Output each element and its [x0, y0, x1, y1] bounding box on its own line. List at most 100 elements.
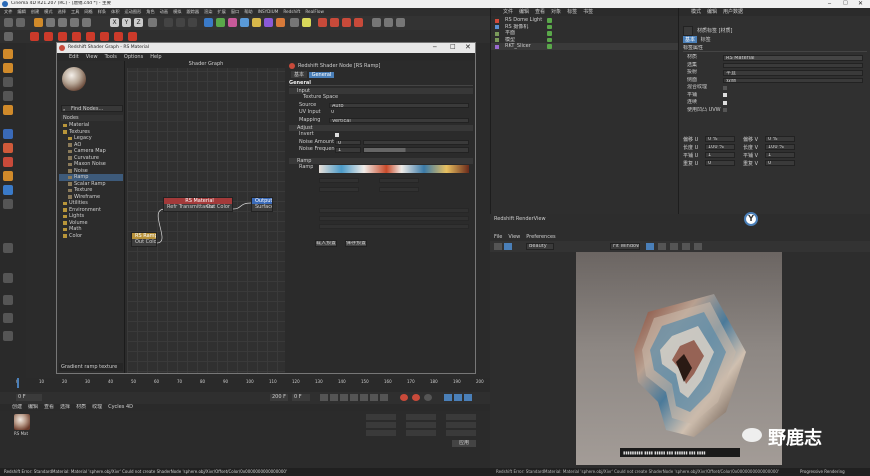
attr-field[interactable]: RS Material	[723, 55, 863, 61]
node-tree-item[interactable]: Color	[59, 233, 123, 240]
render-active-icon[interactable]	[176, 18, 185, 27]
redshift-camera-icon[interactable]	[342, 18, 351, 27]
menu-item[interactable]: 体积	[111, 8, 119, 16]
menu-item[interactable]: 模拟	[173, 8, 181, 16]
knot-interp-field[interactable]	[319, 186, 359, 192]
snap-icon[interactable]	[384, 18, 393, 27]
sculpt-icon[interactable]	[3, 185, 13, 195]
undo-icon[interactable]	[4, 18, 13, 27]
shader-menu-item[interactable]: Options	[124, 53, 143, 61]
coord-y-field[interactable]	[366, 422, 396, 428]
mm-menu-item[interactable]: 查看	[44, 404, 54, 410]
offset-field[interactable]: 1	[765, 152, 795, 158]
knot-bias-field[interactable]	[379, 186, 419, 192]
knot-pos-field[interactable]	[379, 177, 419, 183]
close-icon[interactable]: ✕	[858, 0, 863, 7]
field-icon[interactable]	[264, 18, 273, 27]
camera-icon[interactable]	[290, 18, 299, 27]
cube-icon[interactable]	[204, 18, 213, 27]
menu-item[interactable]: 扩展	[217, 8, 225, 16]
node-rs-ramp[interactable]: RS Ramp Out Color	[131, 232, 157, 247]
coord-x-field[interactable]	[366, 414, 396, 420]
grid-view-icon[interactable]	[658, 243, 666, 250]
timeline[interactable]: 0102030405060708090100110120130140150160…	[0, 378, 490, 392]
port-out-color[interactable]: Out Color	[206, 204, 230, 211]
scene-icon[interactable]	[276, 18, 285, 27]
playhead[interactable]	[17, 378, 19, 388]
mm-menu-item[interactable]: 选择	[60, 404, 70, 410]
crop-icon[interactable]	[670, 243, 678, 250]
coord-hx-field[interactable]	[406, 414, 436, 420]
menu-item[interactable]: 文件	[4, 8, 12, 16]
material-thumbnail[interactable]	[14, 414, 30, 430]
menu-item[interactable]: 角色	[146, 8, 154, 16]
attr-field[interactable]: 平直	[723, 70, 863, 76]
scale-tool-icon[interactable]	[58, 18, 67, 27]
maximize-icon[interactable]: □	[843, 0, 848, 6]
go-start-icon[interactable]	[320, 394, 328, 401]
noise-freq-slider[interactable]	[363, 147, 469, 153]
attr-checkbox[interactable]	[723, 100, 727, 105]
attr-field[interactable]: 双面	[723, 77, 863, 83]
rs-env-icon[interactable]	[86, 32, 95, 41]
play-icon[interactable]	[350, 394, 358, 401]
next-key-icon[interactable]	[370, 394, 378, 401]
attr-checkbox[interactable]	[723, 93, 727, 97]
offset-field[interactable]: 0	[765, 160, 795, 166]
menu-item[interactable]: 样条	[98, 8, 106, 16]
object-tag-icon[interactable]	[547, 37, 552, 42]
light-icon[interactable]	[302, 18, 311, 27]
brush-icon[interactable]	[3, 273, 13, 283]
key-selection-icon[interactable]	[424, 394, 432, 401]
snapshot-icon[interactable]	[694, 243, 702, 250]
am-menu-item[interactable]: 编辑	[707, 9, 717, 15]
offset-field[interactable]: 0 %	[765, 136, 795, 142]
zoom-select[interactable]: Fit Window	[610, 243, 640, 250]
shader-menu-item[interactable]: View	[86, 53, 98, 61]
menu-item[interactable]: 运动图形	[125, 8, 142, 16]
render-view-icon[interactable]	[164, 18, 173, 27]
noise-freq-field[interactable]: 1	[335, 147, 361, 153]
menu-item[interactable]: Redshift	[283, 8, 300, 16]
menu-item[interactable]: 窗口	[231, 8, 239, 16]
am-menu-item[interactable]: 用户数据	[723, 9, 743, 15]
offset-field[interactable]: 0	[705, 160, 735, 166]
select-tool-icon[interactable]	[34, 18, 43, 27]
menu-item[interactable]: 模式	[44, 8, 52, 16]
rs-proxy-icon[interactable]	[44, 32, 53, 41]
om-menu-item[interactable]: 书签	[583, 9, 593, 15]
magnet-icon[interactable]	[3, 313, 13, 323]
mm-menu-item[interactable]: Cycles 4D	[108, 404, 133, 410]
offset-field[interactable]: 100 %	[765, 144, 795, 150]
shader-menu-item[interactable]: Edit	[69, 53, 79, 61]
om-menu-item[interactable]: 编辑	[519, 9, 529, 15]
paint-icon[interactable]	[3, 243, 13, 253]
recent-tools-icon[interactable]	[82, 18, 91, 27]
spline-icon[interactable]	[216, 18, 225, 27]
om-menu-item[interactable]: 标签	[567, 9, 577, 15]
coord-hy-field[interactable]	[406, 422, 436, 428]
apply-button[interactable]: 应用	[452, 440, 476, 447]
measure-icon[interactable]	[3, 331, 13, 341]
coord-h-field[interactable]	[446, 414, 476, 420]
rs-dome-icon[interactable]	[114, 32, 123, 41]
save-image-icon[interactable]	[682, 243, 690, 250]
frame-end-field[interactable]: 200 F	[270, 394, 288, 401]
go-end-icon[interactable]	[380, 394, 388, 401]
attr-field[interactable]	[723, 62, 863, 68]
menu-item[interactable]: 编辑	[17, 8, 25, 16]
rs-volume-icon[interactable]	[58, 32, 67, 41]
shader-graph-canvas[interactable]: Shader Graph RS Material Refr Transmitta…	[127, 61, 285, 373]
invert-checkbox[interactable]	[335, 132, 339, 137]
uv-input-field[interactable]: 0	[329, 110, 469, 116]
om-menu-item[interactable]: 文件	[503, 9, 513, 15]
next-frame-icon[interactable]	[360, 394, 368, 401]
coord-z-field[interactable]	[366, 430, 396, 436]
offset-field[interactable]: 100 %	[705, 144, 735, 150]
rs-sun-icon[interactable]	[100, 32, 109, 41]
mm-menu-item[interactable]: 创建	[12, 404, 22, 410]
y-axis-icon[interactable]: Y	[122, 18, 131, 27]
texture-mode-icon[interactable]	[3, 129, 13, 139]
load-preset-button[interactable]: 载入预置...	[315, 239, 337, 247]
edges-mode-icon[interactable]	[3, 63, 13, 73]
